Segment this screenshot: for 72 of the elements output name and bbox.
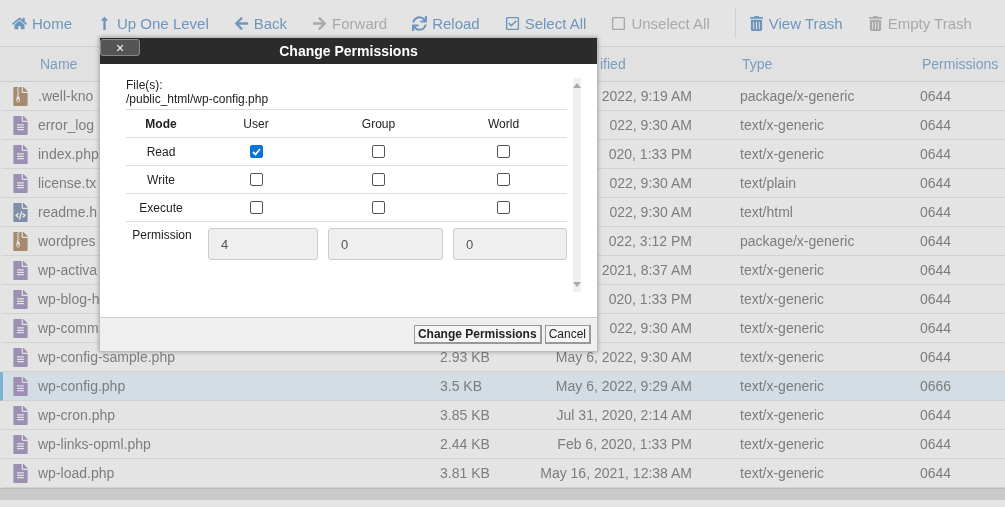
file-size: 3.81 KB [440, 465, 490, 481]
file-modified: May 6, 2022, 9:29 AM [555, 378, 692, 394]
file-type: text/x-generic [740, 146, 825, 162]
file-type: text/x-generic [740, 291, 825, 307]
file-modified: 020, 1:33 PM [608, 291, 692, 307]
file-modified: 022, 9:30 AM [609, 204, 692, 220]
file-type: text/x-generic [740, 436, 825, 452]
file-name: wordpres [38, 233, 96, 249]
file-permissions: 0644 [920, 175, 952, 191]
mode-label: Execute [139, 200, 183, 215]
file-type: text/x-generic [740, 320, 825, 336]
file-modified: 2022, 9:19 AM [601, 88, 692, 104]
file-type: text/x-generic [740, 378, 825, 394]
mode-header: Mode [145, 116, 177, 131]
file-name: wp-cron.php [38, 407, 116, 423]
file-type: package/x-generic [740, 233, 855, 249]
file-modified: May 6, 2022, 9:30 AM [555, 349, 692, 365]
dialog-title: Change Permissions [279, 43, 418, 59]
mode-label: Write [147, 172, 175, 187]
file-type: text/x-generic [740, 117, 825, 133]
file-size: 3.85 KB [440, 407, 490, 423]
file-modified: 2021, 8:37 AM [601, 262, 692, 278]
file-modified: 022, 3:12 PM [608, 233, 692, 249]
file-permissions: 0644 [920, 204, 952, 220]
mode-label: Read [146, 144, 176, 159]
file-modified: May 16, 2021, 12:38 AM [540, 465, 692, 481]
column-header: User [243, 116, 269, 131]
file-name: readme.h [38, 204, 98, 220]
file-name: index.php [38, 146, 99, 162]
file-size: 2.44 KB [440, 436, 490, 452]
file-permissions: 0644 [920, 407, 952, 423]
file-modified: Feb 6, 2020, 1:33 PM [557, 436, 692, 452]
file-permissions: 0644 [920, 465, 952, 481]
file-type: text/html [740, 204, 793, 220]
file-type: package/x-generic [740, 88, 855, 104]
file-type: text/x-generic [740, 262, 825, 278]
file-name: wp-activa [38, 262, 98, 278]
file-permissions: 0644 [920, 291, 952, 307]
file-name: wp-comm [38, 320, 99, 336]
file-permissions: 0644 [920, 233, 952, 249]
file-permissions: 0644 [920, 117, 952, 133]
column-header: Group [361, 116, 396, 131]
file-modified: Jul 31, 2020, 2:14 AM [556, 407, 692, 423]
file-name: wp-blog-h [38, 291, 100, 307]
file-size: 3.5 KB [440, 378, 483, 394]
files-label: File(s): [126, 78, 164, 92]
file-name: error_log [38, 117, 95, 133]
file-modified: 022, 9:30 AM [609, 117, 692, 133]
file-permissions: 0644 [920, 436, 952, 452]
file-type: text/x-generic [740, 407, 825, 423]
file-modified: 022, 9:30 AM [609, 320, 692, 336]
file-name: wp-config.php [38, 378, 126, 394]
column-header: World [487, 116, 520, 131]
file-name: .well-kno [38, 88, 94, 104]
file-name: wp-links-opml.php [38, 436, 151, 452]
file-permissions: 0644 [920, 349, 952, 365]
file-size: 2.93 KB [440, 349, 490, 365]
file-name: wp-config-sample.php [38, 349, 175, 365]
file-permissions: 0644 [920, 320, 952, 336]
file-type: text/plain [740, 175, 797, 191]
file-permissions: 0644 [920, 262, 952, 278]
file-type: text/x-generic [740, 349, 825, 365]
permission-label: Permission [131, 228, 193, 244]
file-path: /public_html/wp-config.php [126, 92, 270, 106]
file-name: wp-load.php [38, 465, 115, 481]
file-permissions: 0644 [920, 88, 952, 104]
file-modified: 020, 1:33 PM [608, 146, 692, 162]
file-permissions: 0666 [920, 378, 952, 394]
file-type: text/x-generic [740, 465, 825, 481]
file-modified: 022, 9:30 AM [609, 175, 692, 191]
file-name: license.tx [38, 175, 97, 191]
file-permissions: 0644 [920, 146, 952, 162]
